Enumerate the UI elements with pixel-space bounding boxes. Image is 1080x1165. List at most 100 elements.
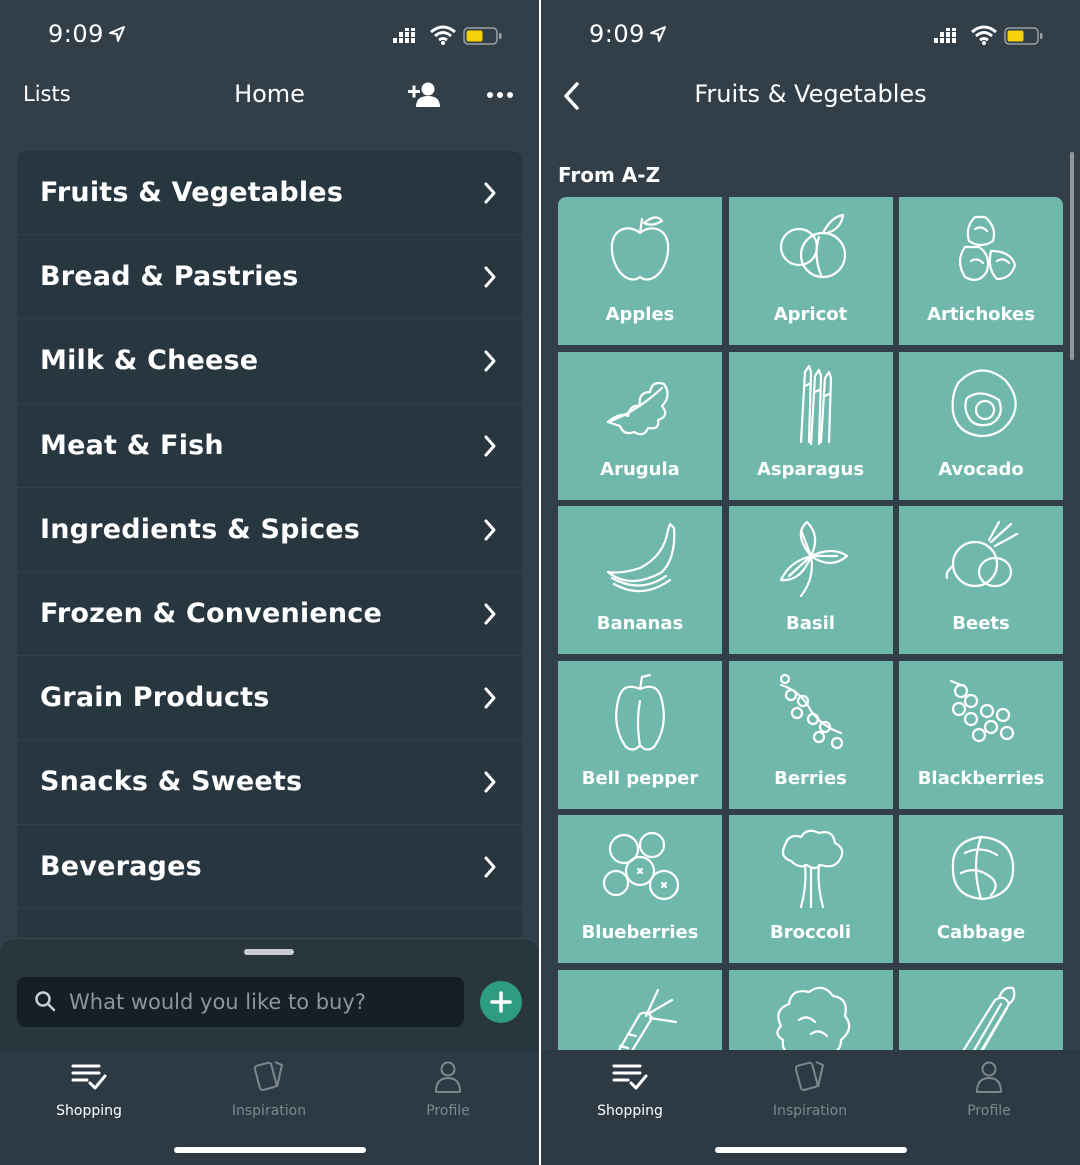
search-icon bbox=[35, 991, 56, 1012]
apricot-icon bbox=[779, 213, 846, 279]
category-screen: 9:09 Fruits & Vegetables From A-Z Apples… bbox=[541, 0, 1080, 1165]
item-grid: Apples Apricot Artichokes Arugula Asparagus A… bbox=[558, 197, 1063, 1050]
tile-label: Blueberries bbox=[581, 922, 699, 943]
produce-tile[interactable]: Arugula bbox=[558, 351, 722, 500]
chevron-right-icon bbox=[484, 519, 496, 541]
category-label: Fruits & Vegetables bbox=[40, 177, 344, 209]
home-indicator bbox=[174, 1147, 366, 1153]
category-row-grain-products[interactable]: Grain Products bbox=[17, 656, 522, 741]
tab-label: Inspiration bbox=[772, 1103, 848, 1119]
arugula-icon bbox=[606, 381, 669, 435]
produce-tile[interactable]: Artichokes bbox=[899, 197, 1063, 345]
chevron-right-icon bbox=[484, 266, 496, 288]
produce-tile[interactable]: Basil bbox=[728, 506, 893, 654]
tab-profile[interactable]: Profile bbox=[388, 1056, 508, 1126]
tile-label: Cabbage bbox=[936, 922, 1026, 943]
tab-shopping[interactable]: Shopping bbox=[29, 1056, 149, 1126]
tile-label: Beets bbox=[952, 613, 1010, 634]
person-add-icon[interactable] bbox=[406, 80, 446, 110]
tab-label: Profile bbox=[967, 1103, 1011, 1119]
produce-tile[interactable]: Cabbage bbox=[899, 815, 1063, 963]
category-label: Ingredients & Spices bbox=[40, 513, 361, 545]
tile-label: Apples bbox=[605, 304, 675, 325]
person-icon bbox=[976, 1061, 1002, 1093]
tile-label: Berries bbox=[774, 767, 847, 789]
category-list: Fruits & Vegetables Bread & Pastries Mil… bbox=[17, 151, 522, 941]
page-title: Fruits & Vegetables bbox=[694, 80, 927, 108]
category-row-beverages[interactable]: Beverages bbox=[17, 825, 522, 909]
chevron-right-icon bbox=[484, 771, 496, 793]
produce-tile[interactable] bbox=[558, 969, 722, 1050]
lists-button[interactable]: Lists bbox=[23, 82, 71, 106]
apple-icon bbox=[610, 216, 670, 281]
location-arrow-icon bbox=[109, 26, 125, 42]
shopping-list-icon bbox=[71, 1064, 107, 1090]
berries-icon bbox=[779, 673, 843, 749]
wifi-icon bbox=[430, 25, 456, 45]
produce-tile[interactable]: Berries bbox=[728, 660, 893, 809]
chevron-right-icon bbox=[484, 350, 496, 372]
broccoli-icon bbox=[781, 829, 843, 909]
category-row-fruits-vegetables[interactable]: Fruits & Vegetables bbox=[17, 151, 522, 236]
artichoke-icon bbox=[958, 215, 1017, 282]
cauliflower-icon bbox=[775, 986, 850, 1050]
search-box[interactable] bbox=[17, 977, 464, 1027]
produce-tile[interactable] bbox=[728, 969, 893, 1050]
category-row-meat-fish[interactable]: Meat & Fish bbox=[17, 404, 522, 488]
produce-tile[interactable]: Bananas bbox=[558, 506, 722, 654]
wifi-icon bbox=[971, 25, 997, 45]
carrot-icon bbox=[617, 988, 678, 1050]
shopping-list-icon bbox=[612, 1064, 648, 1090]
produce-tile[interactable] bbox=[899, 969, 1063, 1050]
tab-inspiration[interactable]: Inspiration bbox=[750, 1056, 870, 1126]
search-input[interactable] bbox=[69, 977, 454, 1027]
produce-tile[interactable]: Broccoli bbox=[728, 815, 893, 963]
celery-icon bbox=[962, 986, 1016, 1050]
chevron-right-icon bbox=[484, 435, 496, 457]
person-icon bbox=[435, 1061, 461, 1093]
produce-tile[interactable]: Avocado bbox=[899, 351, 1063, 500]
tile-label: Broccoli bbox=[769, 922, 851, 943]
bottom-sheet bbox=[0, 938, 539, 1050]
tab-label: Inspiration bbox=[231, 1103, 307, 1119]
blueberry-icon bbox=[602, 831, 680, 901]
produce-tile[interactable]: Apricot bbox=[728, 197, 893, 345]
cellular-signal-icon bbox=[393, 28, 415, 43]
home-screen: 9:09 Home Lists Fruits & Vegetables Brea… bbox=[0, 0, 539, 1165]
produce-tile[interactable]: Bell pepper bbox=[558, 660, 722, 809]
produce-tile[interactable]: Asparagus bbox=[728, 351, 893, 500]
battery-icon bbox=[463, 27, 502, 45]
produce-tile[interactable]: Blueberries bbox=[558, 815, 722, 963]
scrollbar[interactable] bbox=[1070, 152, 1074, 360]
status-time: 9:09 bbox=[48, 20, 104, 48]
chevron-right-icon bbox=[484, 856, 496, 877]
nav-bar: Home Lists bbox=[0, 72, 539, 122]
category-row-snacks-sweets[interactable]: Snacks & Sweets bbox=[17, 740, 522, 825]
plus-icon bbox=[490, 991, 512, 1013]
category-row-frozen-convenience[interactable]: Frozen & Convenience bbox=[17, 572, 522, 657]
category-row-ingredients-spices[interactable]: Ingredients & Spices bbox=[17, 488, 522, 572]
page-title: Home bbox=[234, 80, 305, 108]
produce-tile[interactable]: Blackberries bbox=[899, 660, 1063, 809]
add-item-button[interactable] bbox=[480, 981, 522, 1023]
produce-tile[interactable]: Beets bbox=[899, 506, 1063, 654]
category-row-bread-pastries[interactable]: Bread & Pastries bbox=[17, 235, 522, 320]
more-horizontal-icon[interactable] bbox=[486, 86, 514, 104]
cards-icon bbox=[794, 1061, 824, 1091]
category-label: Beverages bbox=[40, 850, 202, 882]
tile-label: Bananas bbox=[596, 613, 684, 634]
produce-tile[interactable]: Apples bbox=[558, 197, 722, 345]
avocado-icon bbox=[951, 368, 1017, 437]
category-row-milk-cheese[interactable]: Milk & Cheese bbox=[17, 319, 522, 404]
tile-label: Asparagus bbox=[756, 458, 865, 480]
tab-label: Shopping bbox=[56, 1103, 122, 1119]
tab-profile[interactable]: Profile bbox=[929, 1056, 1049, 1126]
category-label: Meat & Fish bbox=[40, 429, 224, 461]
tab-shopping[interactable]: Shopping bbox=[570, 1056, 690, 1126]
cellular-signal-icon bbox=[934, 28, 956, 43]
bell-pepper-icon bbox=[615, 673, 665, 751]
sheet-drag-handle[interactable] bbox=[244, 949, 294, 955]
tab-inspiration[interactable]: Inspiration bbox=[209, 1056, 329, 1126]
beet-icon bbox=[945, 520, 1019, 588]
section-label: From A-Z bbox=[558, 163, 661, 187]
